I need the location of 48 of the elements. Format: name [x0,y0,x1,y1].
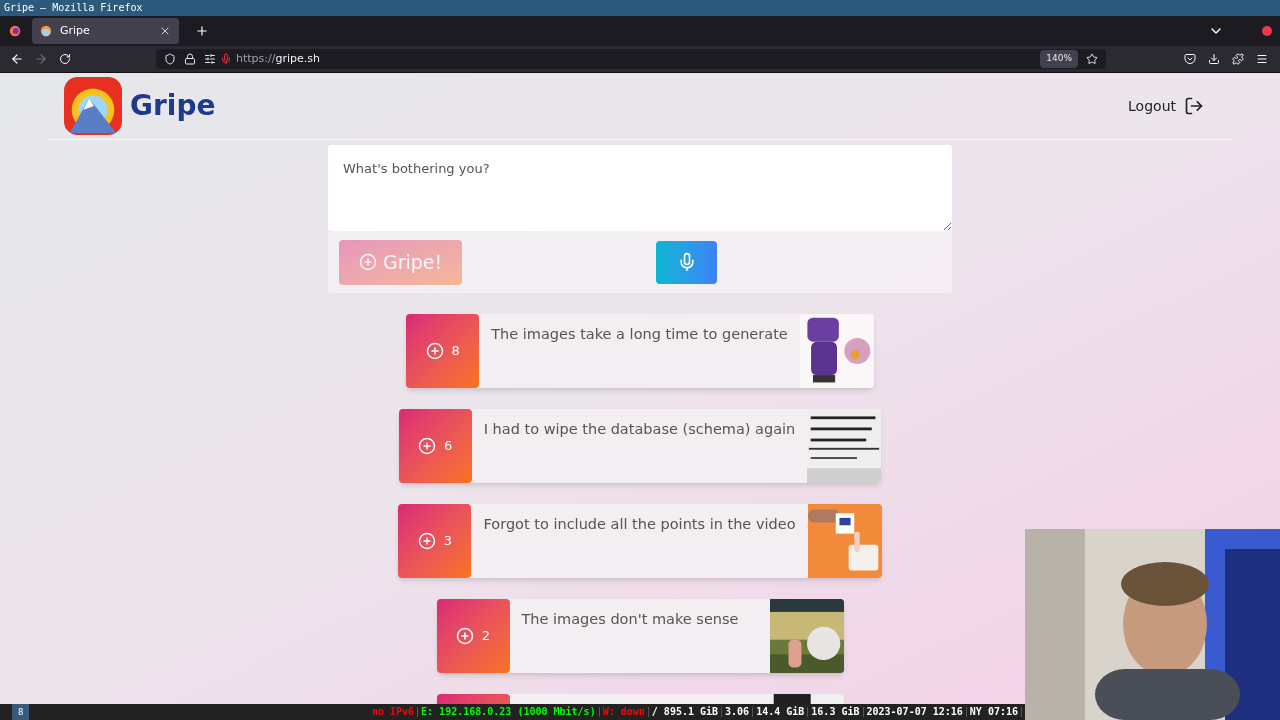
bookmark-star-icon[interactable] [1086,53,1098,65]
forward-icon[interactable] [34,52,48,66]
window-title: Gripe — Mozilla Firefox [4,3,143,13]
add-icon [455,627,474,645]
gripe-text: The images don't make sense [521,611,739,627]
logout-icon [1184,96,1204,116]
logo-icon[interactable] [64,77,122,135]
brand-name[interactable]: Gripe [130,85,216,127]
workspace-indicator[interactable]: 8 [12,704,30,720]
status-item: NY 07:16 [966,707,1022,717]
reload-icon[interactable] [59,53,71,65]
address-bar[interactable]: https://gripe.sh 140% [156,49,1106,69]
url-text: https://gripe.sh [236,50,320,67]
gripe-input-field[interactable]: What's bothering you? [328,145,952,231]
zoom-level[interactable]: 140% [1040,50,1078,68]
status-item: / 895.1 GiB [648,707,723,717]
gripe-text: Forgot to include all the points in the video [483,516,796,532]
add-icon [425,342,444,360]
browser-tab[interactable]: Gripe [32,18,179,44]
tab-favicon-icon [40,25,52,37]
browser-logo-icon [9,25,21,37]
pocket-icon[interactable] [1184,53,1196,65]
gripe-text: The images take a long time to generate [491,326,788,342]
status-item: no IPv6 [368,707,419,717]
status-item: W: down [599,707,649,717]
download-icon[interactable] [1208,53,1220,65]
close-icon[interactable] [159,25,171,37]
new-tab-icon[interactable] [195,24,209,38]
status-item: 3.06 [722,707,754,717]
record-indicator-icon [1262,26,1272,36]
microphone-icon[interactable] [220,53,232,65]
status-item: 14.4 GiB [753,707,809,717]
add-icon [417,532,436,550]
shield-icon[interactable] [164,53,176,65]
status-item: E: 192.168.0.23 (1000 Mbit/s) [418,707,600,717]
add-icon [418,437,437,455]
status-item: 2023-07-07 12:16 [863,707,967,717]
extensions-icon[interactable] [1232,53,1244,65]
menu-icon[interactable] [1256,53,1268,65]
voice-input-button[interactable] [656,240,717,284]
add-icon [358,253,377,271]
status-item: 16.3 GiB [808,707,864,717]
back-icon[interactable] [10,52,24,66]
lock-icon[interactable] [184,53,196,65]
permissions-icon[interactable] [204,53,216,65]
tab-title: Gripe [60,22,91,39]
logout-button[interactable]: Logout [1128,95,1204,117]
gripe-text: I had to wipe the database (schema) again [483,421,796,437]
